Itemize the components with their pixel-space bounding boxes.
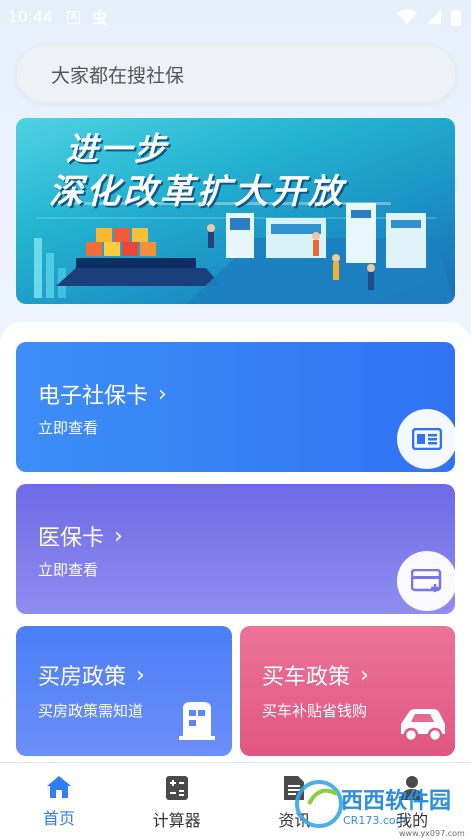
house-policy-title: 买房政策 — [38, 665, 127, 690]
tab-home-label: 首页 — [42, 809, 75, 828]
house-policy-entry[interactable]: 买房政策 › 买房政策需知道 — [16, 626, 232, 756]
car-policy-entry[interactable]: 买车政策 › 买车补贴省钱购 — [240, 626, 455, 756]
watermark-url2: www.yx097.com — [399, 829, 465, 838]
search-placeholder: 大家都在搜社保 — [51, 64, 185, 87]
house-policy-subtitle: 买房政策需知道 — [38, 702, 144, 720]
medical-insurance-card-entry[interactable]: 医保卡 › 立即查看 — [16, 484, 455, 614]
car-policy-subtitle: 买车补贴省钱购 — [262, 702, 368, 720]
banner-headline-2: 深化改革扩大开放 — [49, 172, 345, 212]
debug-bug-icon: 虫 — [92, 8, 108, 27]
calculator-icon — [165, 776, 188, 800]
card-plus-icon — [397, 551, 455, 611]
tab-calculator[interactable]: 计算器 — [118, 763, 236, 839]
signal-icon — [427, 10, 441, 24]
chevron-right-icon: › — [136, 662, 145, 688]
site-watermark-logo: 西西软件园 CR173.com www.yx097.com — [295, 780, 465, 838]
social-card-title: 电子社保卡 — [38, 384, 149, 409]
home-icon — [46, 776, 71, 798]
medical-card-subtitle: 立即查看 — [38, 561, 99, 579]
social-card-subtitle: 立即查看 — [38, 419, 99, 437]
status-time: 10:44 — [8, 7, 54, 26]
status-bar: 10:44 A 虫 — [0, 0, 471, 34]
tab-home[interactable]: 首页 — [0, 763, 118, 839]
chevron-right-icon: › — [114, 523, 123, 549]
chevron-right-icon: › — [360, 662, 369, 688]
wifi-icon — [397, 9, 417, 24]
social-security-card-entry[interactable]: 电子社保卡 › 立即查看 — [16, 342, 455, 472]
status-right-icons — [397, 8, 461, 26]
accessibility-indicator-icon: A — [67, 10, 81, 24]
search-input[interactable]: 大家都在搜社保 — [16, 45, 456, 103]
car-policy-title: 买车政策 — [262, 665, 351, 690]
medical-card-title: 医保卡 — [38, 526, 105, 551]
chevron-right-icon: › — [158, 381, 167, 407]
watermark-brand: 西西软件园 — [341, 788, 451, 814]
car-icon — [401, 709, 445, 742]
watermark-url: CR173.com — [343, 814, 406, 827]
battery-icon — [451, 8, 461, 26]
tab-calculator-label: 计算器 — [152, 811, 201, 830]
promo-banner[interactable]: 进一步 深化改革扩大开放 — [16, 118, 455, 304]
id-card-icon — [397, 409, 455, 469]
building-icon — [179, 702, 215, 740]
